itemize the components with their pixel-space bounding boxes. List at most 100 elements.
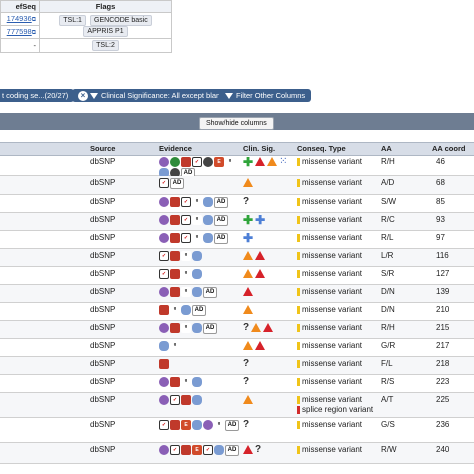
publication-icon	[192, 323, 202, 333]
ad-icon: AD	[214, 215, 228, 226]
uncertain-icon[interactable]: ?	[243, 359, 249, 369]
ad-icon: AD	[192, 305, 206, 316]
pathogenic-icon[interactable]	[255, 251, 265, 260]
hapmap-icon	[170, 157, 180, 167]
table-row: dbSNP g AD missense variant D/N 139	[0, 285, 474, 303]
consequence-label: missense variant	[297, 197, 362, 207]
clinical-filter-label: Clinical Significance: All except blank	[101, 91, 224, 100]
pathogenic-icon[interactable]	[263, 323, 274, 332]
pathogenic-icon[interactable]	[243, 445, 253, 454]
pathogenic-icon[interactable]	[255, 157, 266, 166]
evidence-cell: ✓ g	[159, 251, 245, 261]
consequence-label: missense variant	[297, 341, 362, 351]
uncertain-icon[interactable]: ?	[243, 323, 249, 333]
pathogenic-icon[interactable]	[243, 287, 253, 296]
citation-icon: ✓	[192, 157, 202, 167]
conseq-cell: missense variant splice region variant	[297, 395, 373, 415]
aa-coord-header[interactable]: AA coord	[432, 144, 465, 153]
publication-icon	[192, 395, 202, 405]
consequence-label: missense variant	[297, 251, 362, 261]
coding-filter-button[interactable]: t coding se...(20/27)	[0, 89, 75, 102]
phenotype-icon	[159, 377, 169, 387]
gnomad-icon: g	[181, 377, 191, 387]
flag-icon	[170, 287, 180, 297]
warning-icon[interactable]	[243, 178, 253, 187]
show-hide-columns-button[interactable]: Show/hide columns	[199, 117, 274, 130]
conseq-cell: missense variant	[297, 359, 362, 369]
warning-icon[interactable]	[243, 341, 253, 350]
conseq-cell: missense variant	[297, 251, 362, 261]
variant-table-header: Source Evidence Clin. Sig. Conseq. Type …	[0, 142, 474, 156]
flag-chip: APPRIS P1	[83, 25, 128, 37]
uncertain-icon[interactable]: ?	[243, 197, 249, 207]
external-link-icon[interactable]: ⧉	[32, 17, 36, 23]
clin-sig-header[interactable]: Clin. Sig.	[243, 144, 275, 153]
source-cell: dbSNP	[90, 341, 116, 350]
conflicting-icon[interactable]: ⁙	[279, 157, 288, 167]
coding-filter-label: t coding se...(20/27)	[2, 91, 69, 100]
warning-icon[interactable]	[267, 157, 278, 166]
evidence-header[interactable]: Evidence	[159, 144, 192, 153]
evidence-cell: ✓	[159, 395, 245, 405]
aa-header[interactable]: AA	[381, 144, 392, 153]
gnomad-icon: g	[225, 157, 235, 167]
other-filter-button[interactable]: Filter Other Columns	[219, 89, 312, 102]
exac-icon: E	[181, 420, 191, 430]
benign-icon[interactable]: ✚	[243, 214, 253, 226]
conseq-cell: missense variant	[297, 377, 362, 387]
source-cell: dbSNP	[90, 420, 116, 429]
ad-icon: AD	[225, 420, 239, 431]
uncertain-icon[interactable]: ?	[243, 377, 249, 387]
likely-benign-icon[interactable]: ✚	[243, 232, 253, 244]
aa-cell: R/H	[381, 157, 395, 166]
external-link-icon[interactable]: ⧉	[32, 30, 36, 36]
flag-icon	[159, 305, 169, 315]
source-cell: dbSNP	[90, 395, 116, 404]
conseq-cell: missense variant	[297, 233, 362, 243]
conseq-cell: missense variant	[297, 157, 362, 167]
table-row: dbSNP g AD? missense variant R/H 215	[0, 321, 474, 339]
pathogenic-icon[interactable]	[255, 341, 265, 350]
source-cell: dbSNP	[90, 377, 116, 386]
warning-icon[interactable]	[243, 251, 253, 260]
consequence-label: missense variant	[297, 395, 373, 405]
flag-icon	[170, 215, 180, 225]
refseq-link[interactable]: 174936	[7, 14, 32, 23]
aa-cell: L/R	[381, 251, 394, 260]
clinical-filter-button[interactable]: × Clinical Significance: All except blank	[72, 89, 230, 102]
source-header[interactable]: Source	[90, 144, 115, 153]
aa-cell: R/L	[381, 233, 394, 242]
flag-chip: GENCODE basic	[90, 14, 152, 26]
table-row: dbSNP ✓ g AD ✚ missense variant R/L 97	[0, 231, 474, 249]
close-icon[interactable]: ×	[78, 91, 88, 102]
warning-icon[interactable]	[251, 323, 262, 332]
evidence-cell: ✓ g AD	[159, 233, 245, 244]
pathogenic-icon[interactable]	[255, 269, 265, 278]
warning-icon[interactable]	[243, 305, 253, 314]
evidence-cell: ✓ g	[159, 269, 245, 279]
conseq-header[interactable]: Conseq. Type	[297, 144, 346, 153]
citation-icon: ✓	[159, 269, 169, 279]
table-row: dbSNP ✓ Eg AD? missense variant G/S 236	[0, 418, 474, 443]
evidence-cell: ✓ E ✓ AD	[159, 445, 245, 456]
flag-chip: TSL:1	[59, 14, 86, 26]
conseq-cell: missense variant	[297, 197, 362, 207]
likely-benign-icon[interactable]: ✚	[255, 214, 265, 226]
uncertain-icon[interactable]: ?	[243, 420, 249, 430]
benign-icon[interactable]: ✚	[243, 156, 253, 168]
citation-icon: ✓	[181, 233, 191, 243]
aa-coord-cell: 85	[436, 197, 445, 206]
gnomad-icon: g	[170, 341, 180, 351]
flag-chip: TSL:2	[92, 40, 119, 51]
uncertain-icon[interactable]: ?	[255, 445, 261, 455]
gnomad-icon: g	[192, 197, 202, 207]
aa-cell: G/S	[381, 420, 395, 429]
clin-sig-cell	[243, 251, 265, 260]
publication-icon	[203, 197, 213, 207]
warning-icon[interactable]	[243, 395, 253, 404]
phenotype-icon	[159, 233, 169, 243]
publication-icon	[203, 233, 213, 243]
citation-icon: ✓	[170, 445, 180, 455]
refseq-link[interactable]: 777598	[7, 27, 32, 36]
warning-icon[interactable]	[243, 269, 253, 278]
